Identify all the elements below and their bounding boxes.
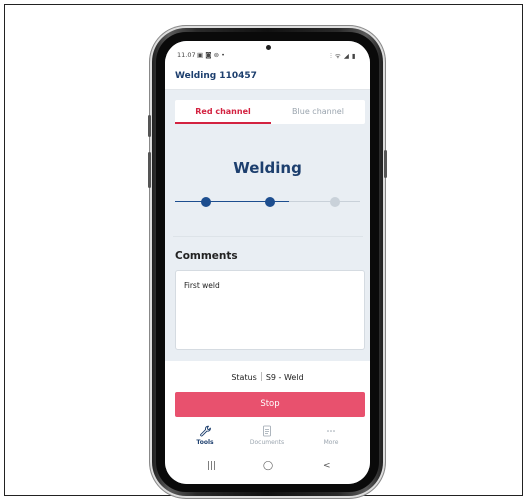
stepper-line-pending [289, 201, 360, 202]
front-camera [266, 45, 271, 50]
progress-stepper [165, 192, 370, 212]
process-heading: Welding [233, 159, 302, 177]
home-button[interactable]: ◯ [263, 461, 273, 471]
section-divider [173, 236, 363, 237]
stepper-step-3 [330, 197, 340, 207]
comments-field[interactable]: First weld [175, 270, 365, 350]
document-icon [263, 425, 271, 437]
notification-icons: ▣ ◙ ⊚ • [197, 51, 225, 59]
system-status-icons: ⫶ ᯤ ◢ ▮ [330, 52, 356, 60]
system-nav-bar: ||| ◯ < [165, 457, 370, 481]
stepper-line-complete [175, 201, 273, 202]
more-icon [327, 430, 335, 432]
stepper-step-2 [265, 197, 275, 207]
app-bar: Welding 110457 [165, 65, 370, 90]
nav-item-tools[interactable]: Tools [175, 421, 235, 446]
stop-button[interactable]: Stop [175, 392, 365, 417]
phone-side-button [384, 150, 387, 178]
comments-text: First weld [184, 281, 220, 290]
channel-tabs: Red channel Blue channel [175, 100, 365, 124]
status-value: S9 - Weld [265, 373, 304, 382]
nav-item-label: Tools [196, 439, 214, 446]
tab-blue-channel[interactable]: Blue channel [271, 100, 365, 124]
nav-item-more[interactable]: More [301, 421, 361, 446]
status-time: 11.07 [177, 51, 196, 59]
page-title: Welding 110457 [175, 71, 257, 81]
status-label: Status [231, 373, 257, 382]
nav-item-label: More [323, 439, 339, 446]
nav-item-documents[interactable]: Documents [237, 421, 297, 446]
nav-item-label: Documents [249, 439, 285, 446]
recents-button[interactable]: ||| [207, 461, 216, 471]
bottom-nav: Tools Documents More [165, 421, 370, 453]
wrench-icon [200, 425, 211, 437]
phone-screen: 11.07 ▣ ◙ ⊚ • ⫶ ᯤ ◢ ▮ Welding 110457 Red… [165, 41, 370, 484]
tab-red-channel[interactable]: Red channel [175, 100, 271, 124]
comments-heading: Comments [175, 250, 238, 262]
phone-side-button [148, 115, 151, 137]
status-row: Status S9 - Weld [165, 372, 370, 382]
phone-side-button [148, 152, 151, 188]
stepper-line-partial [273, 201, 289, 202]
stepper-step-1 [201, 197, 211, 207]
back-button[interactable]: < [323, 461, 331, 471]
